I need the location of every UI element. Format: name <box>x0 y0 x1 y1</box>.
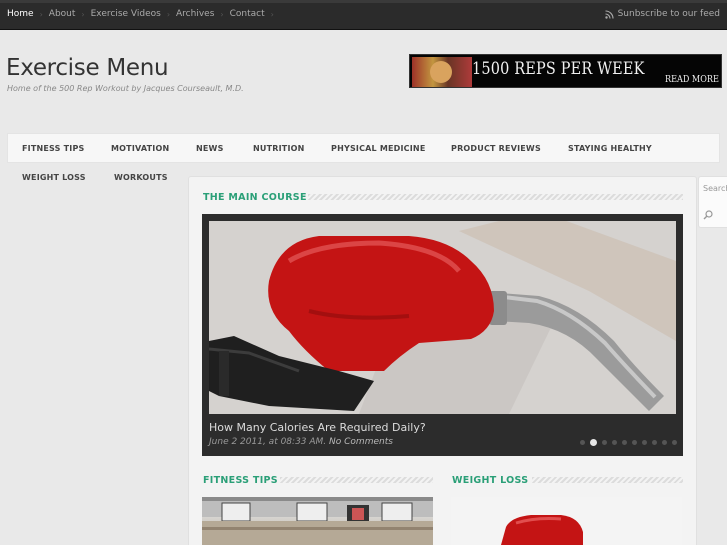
slider-dot[interactable] <box>590 439 597 446</box>
subscribe-link[interactable]: Sunbscribe to our feed <box>604 9 720 19</box>
heading-divider <box>280 477 433 483</box>
category-news[interactable]: NEWS <box>196 144 224 153</box>
top-nav-contact[interactable]: Contact <box>230 9 265 19</box>
slide-title[interactable]: How Many Calories Are Required Daily? <box>209 421 426 434</box>
slide-comments-link[interactable]: No Comments <box>329 437 393 447</box>
slider-dot[interactable] <box>622 440 627 445</box>
slider-dot[interactable] <box>672 440 677 445</box>
nav-separator: › <box>39 9 43 19</box>
banner-read-more: READ MORE <box>665 75 719 85</box>
slider-dot[interactable] <box>662 440 667 445</box>
search-input[interactable] <box>703 184 727 193</box>
category-staying-healthy[interactable]: STAYING HEALTHY <box>568 144 652 153</box>
category-nav-row-2: WEIGHT LOSS WORKOUTS <box>7 163 187 191</box>
nav-separator: › <box>220 9 224 19</box>
subscribe-label: Sunbscribe to our feed <box>617 9 720 19</box>
nav-separator: › <box>166 9 171 19</box>
rss-icon <box>604 9 614 19</box>
banner-figure-head <box>430 61 452 83</box>
category-nutrition[interactable]: NUTRITION <box>253 144 305 153</box>
fitness-tips-heading[interactable]: FITNESS TIPS <box>203 475 278 486</box>
slide-date: June 2 2011, at 08:33 AM. <box>209 437 327 447</box>
weight-loss-thumbnail[interactable] <box>451 497 682 545</box>
category-fitness-tips[interactable]: FITNESS TIPS <box>22 144 84 153</box>
top-nav-about[interactable]: About <box>49 9 76 19</box>
main-course-heading: THE MAIN COURSE <box>203 192 307 203</box>
category-nav: FITNESS TIPS MOTIVATION NEWS NUTRITION P… <box>7 133 720 163</box>
slide-image[interactable] <box>209 221 676 414</box>
nav-separator: › <box>270 9 274 19</box>
category-motivation[interactable]: MOTIVATION <box>111 144 169 153</box>
slider-dot[interactable] <box>642 440 647 445</box>
slider-dot[interactable] <box>580 440 585 445</box>
slider-dot[interactable] <box>632 440 637 445</box>
banner-headline: 1500 REPS PER WEEK <box>472 59 645 79</box>
top-bar: Home › About › Exercise Videos › Archive… <box>0 0 727 30</box>
gym-image <box>202 497 433 545</box>
slider-pagination <box>580 439 682 446</box>
category-workouts[interactable]: WORKOUTS <box>114 173 168 182</box>
weight-loss-heading[interactable]: WEIGHT LOSS <box>452 475 528 486</box>
fitness-tips-thumbnail[interactable] <box>202 497 433 545</box>
slider-dot[interactable] <box>612 440 617 445</box>
top-nav-home[interactable]: Home <box>7 9 34 19</box>
search-icon[interactable] <box>703 210 713 220</box>
search-widget <box>698 176 727 228</box>
gas-pump-thumbnail-image <box>451 497 682 545</box>
slider-dot[interactable] <box>652 440 657 445</box>
heading-divider <box>308 194 683 200</box>
heading-divider <box>532 477 683 483</box>
gas-pump-nozzle-image <box>209 221 676 414</box>
site-title[interactable]: Exercise Menu <box>6 55 169 81</box>
category-product-reviews[interactable]: PRODUCT REVIEWS <box>451 144 541 153</box>
slider-dot[interactable] <box>602 440 607 445</box>
category-physical-medicine[interactable]: PHYSICAL MEDICINE <box>331 144 426 153</box>
category-weight-loss[interactable]: WEIGHT LOSS <box>22 173 86 182</box>
site-tagline: Home of the 500 Rep Workout by Jacques C… <box>7 84 244 93</box>
top-nav: Home › About › Exercise Videos › Archive… <box>7 9 280 19</box>
top-bar-strip <box>0 0 727 3</box>
slide-meta: June 2 2011, at 08:33 AM. No Comments <box>209 437 393 447</box>
top-nav-archives[interactable]: Archives <box>176 9 214 19</box>
nav-separator: › <box>81 9 85 19</box>
top-nav-exercise-videos[interactable]: Exercise Videos <box>91 9 161 19</box>
ad-banner[interactable]: 1500 REPS PER WEEK READ MORE <box>409 54 722 88</box>
